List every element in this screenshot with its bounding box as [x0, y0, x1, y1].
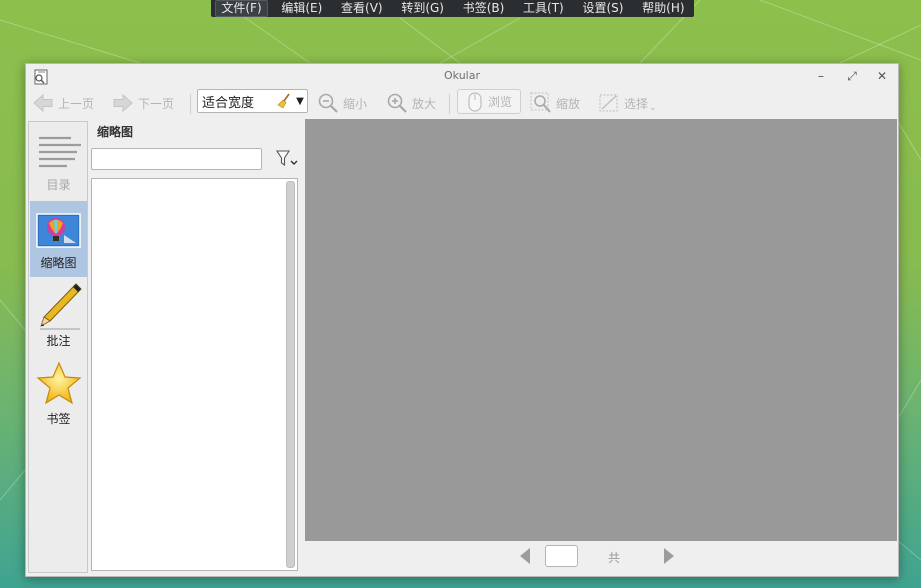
close-button[interactable]: ✕ — [874, 68, 890, 84]
menu-go[interactable]: 转到(G) — [396, 1, 449, 16]
chevron-down-icon[interactable]: ▼ — [293, 96, 307, 107]
menu-file[interactable]: 文件(F) — [215, 0, 268, 17]
zoom-tool-button[interactable]: 缩放 — [530, 90, 580, 116]
sidebar-tab-thumbnails[interactable]: 缩略图 — [30, 201, 87, 277]
prev-page-label: 上一页 — [58, 96, 95, 111]
zoom-out-button[interactable]: 缩小 — [317, 90, 367, 116]
browse-tool-button[interactable]: 浏览 — [457, 89, 521, 114]
sidebar-tabs: 目录 缩略图 批注 书签 — [28, 121, 88, 573]
menu-edit[interactable]: 编辑(E) — [276, 1, 327, 16]
zoom-mode-select[interactable]: 适合宽度 ▼ — [197, 89, 308, 113]
toolbar-separator — [190, 94, 191, 114]
sidebar-tab-contents-label: 目录 — [46, 178, 71, 192]
thumbnails-search-input[interactable] — [91, 148, 262, 170]
thumbnails-panel-title: 缩略图 — [97, 125, 134, 139]
select-tool-button[interactable]: 选择 ⌄ — [598, 90, 657, 116]
window-title: Okular — [444, 69, 480, 82]
next-page-button[interactable]: 下一页 — [112, 90, 174, 116]
previous-page-icon[interactable] — [518, 547, 532, 565]
contents-icon — [39, 136, 81, 168]
selection-icon — [599, 94, 618, 112]
okular-window: Okular – ⤢ ✕ 上一页 下一页 适合宽度 ▼ 缩小 放大 浏览 缩放 … — [25, 63, 899, 577]
title-bar: Okular – ⤢ ✕ — [26, 64, 898, 88]
arrow-left-icon — [33, 93, 53, 113]
zoom-tool-icon — [530, 92, 551, 113]
next-page-label: 下一页 — [138, 96, 175, 111]
zoom-in-button[interactable]: 放大 — [386, 90, 436, 116]
menu-tools[interactable]: 工具(T) — [518, 1, 569, 16]
sidebar-tab-bookmarks-label: 书签 — [46, 412, 71, 426]
page-navigation-bar: 共 — [305, 541, 897, 575]
menu-view[interactable]: 查看(V) — [336, 1, 388, 16]
document-view[interactable] — [305, 119, 897, 541]
zoom-mode-value: 适合宽度 — [202, 95, 255, 111]
sidebar-tab-annotations-label: 批注 — [46, 334, 71, 348]
menu-bookmarks[interactable]: 书签(B) — [458, 1, 510, 16]
thumbnails-scrollbar[interactable] — [286, 181, 295, 568]
maximize-button[interactable]: ⤢ — [844, 68, 860, 84]
zoom-in-label: 放大 — [412, 96, 437, 111]
menu-help[interactable]: 帮助(H) — [637, 1, 689, 16]
thumbnails-panel: 缩略图 — [89, 121, 301, 573]
global-menu-bar: 文件(F) 编辑(E) 查看(V) 转到(G) 书签(B) 工具(T) 设置(S… — [211, 0, 694, 17]
sidebar-tab-annotations[interactable]: 批注 — [30, 279, 87, 355]
minimize-button[interactable]: – — [813, 68, 829, 84]
page-total-label: 共 — [608, 551, 621, 565]
select-chevron-icon[interactable]: ⌄ — [649, 103, 657, 113]
pencil-icon — [40, 283, 82, 330]
filter-icon[interactable] — [273, 149, 299, 169]
sidebar-tab-bookmarks[interactable]: 书签 — [30, 357, 87, 433]
prev-page-button[interactable]: 上一页 — [32, 90, 94, 116]
mouse-icon — [468, 91, 482, 112]
zoom-out-icon — [318, 93, 338, 113]
page-number-input[interactable] — [545, 545, 578, 567]
thumbnails-icon — [36, 213, 81, 248]
star-icon — [36, 361, 82, 405]
select-label: 选择 — [624, 96, 649, 111]
zoom-in-icon — [387, 93, 407, 113]
zoom-tool-label: 缩放 — [556, 96, 581, 111]
next-page-icon[interactable] — [662, 547, 676, 565]
thumbnails-list[interactable] — [91, 178, 298, 571]
menu-settings[interactable]: 设置(S) — [577, 1, 628, 16]
main-toolbar: 上一页 下一页 适合宽度 ▼ 缩小 放大 浏览 缩放 选择 ⌄ — [26, 88, 898, 118]
toolbar-separator — [449, 94, 450, 114]
broom-icon[interactable] — [275, 92, 293, 110]
arrow-right-icon — [113, 93, 133, 113]
sidebar-tab-thumbnails-label: 缩略图 — [40, 256, 77, 270]
browse-label: 浏览 — [487, 95, 512, 109]
sidebar-tab-contents[interactable]: 目录 — [30, 123, 87, 199]
zoom-out-label: 缩小 — [343, 96, 368, 111]
